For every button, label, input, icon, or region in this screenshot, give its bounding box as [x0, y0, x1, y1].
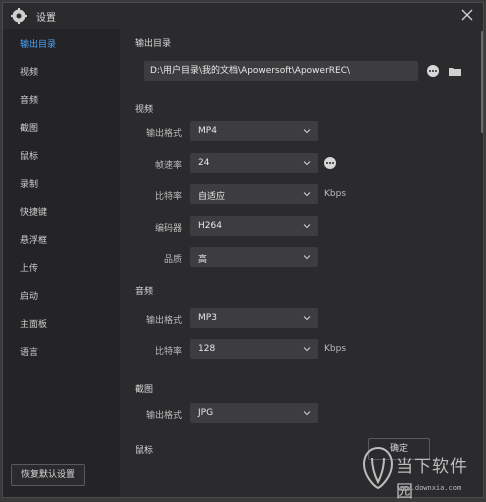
framerate-value: 24	[198, 158, 210, 168]
sidebar-item-label: 语言	[20, 348, 39, 358]
section-screenshot-heading: 截图	[135, 385, 154, 395]
sidebar-item-label: 悬浮框	[20, 236, 48, 246]
video-bitrate-select[interactable]: 自适应	[190, 184, 318, 204]
close-icon[interactable]	[459, 7, 475, 23]
video-format-select[interactable]: MP4	[190, 121, 318, 141]
sidebar: 输出目录 视频 音频 截图 鼠标 录制 快捷键 悬浮框 上传 启动 主面板 语言…	[3, 29, 120, 497]
sidebar-item-label: 主面板	[20, 320, 48, 330]
restore-defaults-button[interactable]: 恢复默认设置	[11, 464, 85, 486]
watermark-url: www.downxia.com	[398, 484, 462, 492]
sidebar-item-label: 上传	[20, 264, 39, 274]
audio-format-label: 输出格式	[145, 316, 182, 326]
framerate-label: 帧速率	[154, 161, 182, 171]
sidebar-item-hotkeys[interactable]: 快捷键	[3, 201, 120, 221]
sidebar-item-label: 截图	[20, 124, 39, 134]
framerate-more-icon[interactable]	[324, 157, 336, 169]
screenshot-format-label: 输出格式	[145, 411, 182, 421]
quality-label: 品质	[163, 255, 182, 265]
sidebar-item-main-panel[interactable]: 主面板	[3, 313, 120, 333]
sidebar-item-label: 录制	[20, 180, 39, 190]
video-bitrate-unit: Kbps	[324, 189, 347, 199]
sidebar-item-screenshot[interactable]: 截图	[3, 117, 120, 137]
encoder-select[interactable]: H264	[190, 216, 318, 236]
sidebar-item-label: 鼠标	[20, 152, 39, 162]
video-format-label: 输出格式	[145, 129, 182, 139]
sidebar-item-record[interactable]: 录制	[3, 173, 120, 193]
chevron-down-icon	[303, 161, 311, 166]
audio-bitrate-value: 128	[198, 344, 216, 354]
chevron-down-icon	[303, 129, 311, 134]
chevron-down-icon	[303, 411, 311, 416]
chevron-down-icon	[303, 255, 311, 260]
encoder-value: H264	[198, 221, 222, 231]
sidebar-item-label: 输出目录	[20, 40, 57, 50]
quality-value: 高	[198, 255, 208, 265]
section-audio-heading: 音频	[135, 287, 154, 297]
chevron-down-icon	[303, 192, 311, 197]
watermark: 当下软件园 www.downxia.com	[362, 446, 482, 502]
section-mouse-heading: 鼠标	[135, 446, 154, 456]
audio-bitrate-select[interactable]: 128	[190, 339, 318, 359]
sidebar-item-audio[interactable]: 音频	[3, 89, 120, 109]
framerate-select[interactable]: 24	[190, 153, 318, 173]
sidebar-item-output[interactable]: 输出目录	[3, 33, 120, 53]
screenshot-format-select[interactable]: JPG	[190, 403, 318, 423]
chevron-down-icon	[303, 224, 311, 229]
window-title: 设置	[36, 13, 56, 24]
sidebar-item-floating[interactable]: 悬浮框	[3, 229, 120, 249]
sidebar-item-video[interactable]: 视频	[3, 61, 120, 81]
settings-window: 设置 输出目录 视频 音频 截图 鼠标 录制 快捷键 悬浮框 上传 启动 主面板…	[2, 2, 484, 498]
video-format-value: MP4	[198, 126, 217, 136]
more-options-icon[interactable]	[427, 65, 439, 77]
settings-content: 输出目录 D:\用户目录\我的文档\Apowersoft\ApowerREC\ …	[120, 29, 483, 497]
sidebar-item-label: 视频	[20, 68, 39, 78]
section-output-heading: 输出目录	[135, 39, 172, 49]
folder-icon[interactable]	[449, 67, 461, 76]
sidebar-item-label: 快捷键	[20, 208, 48, 218]
section-video-heading: 视频	[135, 105, 154, 115]
video-bitrate-value: 自适应	[198, 192, 226, 202]
watermark-logo-icon	[362, 446, 394, 490]
title-bar: 设置	[3, 3, 483, 29]
video-bitrate-label: 比特率	[154, 192, 182, 202]
encoder-label: 编码器	[154, 224, 182, 234]
audio-format-value: MP3	[198, 313, 217, 323]
gear-icon	[11, 8, 27, 24]
chevron-down-icon	[303, 316, 311, 321]
audio-bitrate-label: 比特率	[154, 347, 182, 357]
sidebar-item-mouse[interactable]: 鼠标	[3, 145, 120, 165]
scrollbar-thumb[interactable]	[481, 31, 483, 133]
watermark-brand: 当下软件园	[396, 457, 468, 502]
sidebar-item-upload[interactable]: 上传	[3, 257, 120, 277]
sidebar-item-label: 启动	[20, 292, 39, 302]
sidebar-item-startup[interactable]: 启动	[3, 285, 120, 305]
sidebar-item-label: 音频	[20, 96, 39, 106]
output-path-field[interactable]: D:\用户目录\我的文档\Apowersoft\ApowerREC\	[144, 61, 418, 81]
quality-select[interactable]: 高	[190, 247, 318, 267]
audio-bitrate-unit: Kbps	[324, 344, 347, 354]
sidebar-item-language[interactable]: 语言	[3, 341, 120, 361]
audio-format-select[interactable]: MP3	[190, 308, 318, 328]
screenshot-format-value: JPG	[198, 408, 214, 418]
chevron-down-icon	[303, 347, 311, 352]
